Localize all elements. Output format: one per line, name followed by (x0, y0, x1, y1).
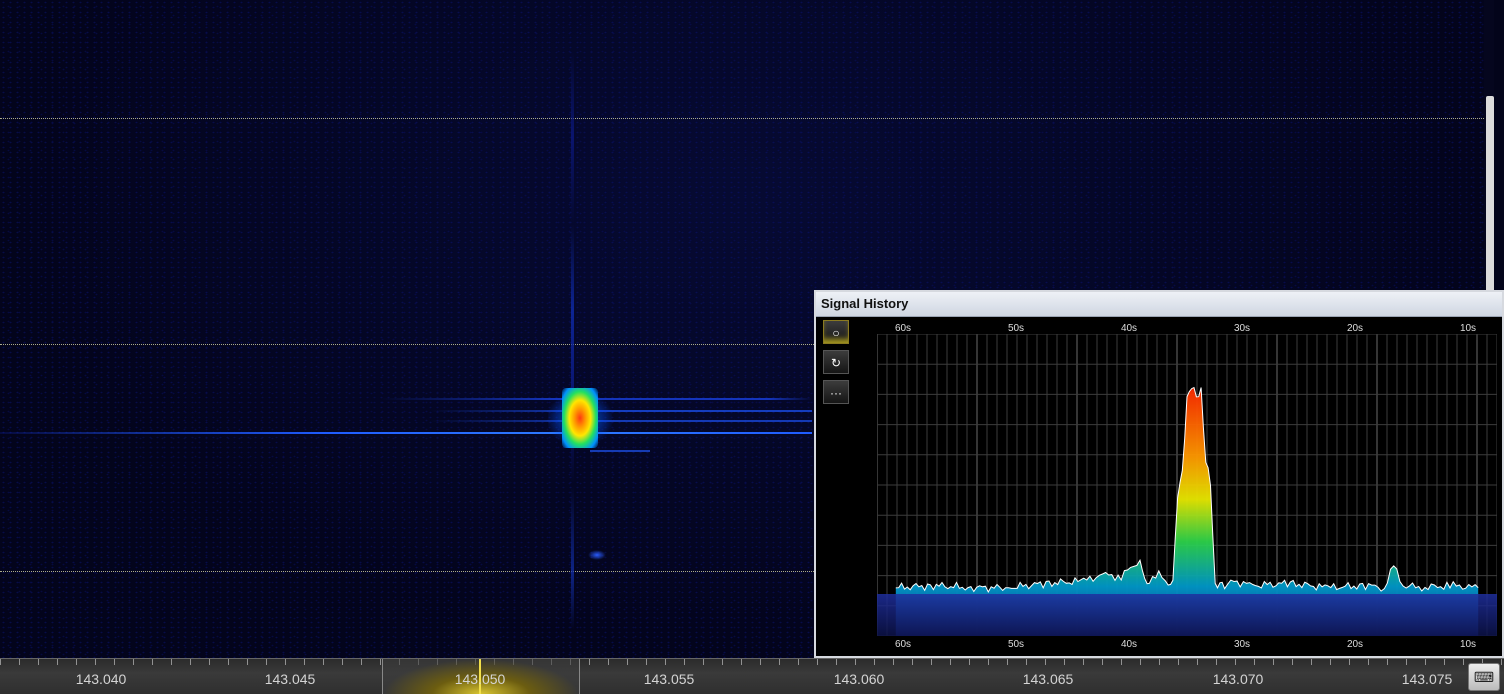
signal-history-chart (877, 334, 1497, 636)
record-button[interactable]: ○ (823, 320, 849, 344)
refresh-button[interactable]: ↻ (823, 350, 849, 374)
signal-blip (588, 550, 606, 560)
time-marker-line (0, 118, 1494, 119)
time-label-bottom: 10s (1459, 639, 1477, 650)
refresh-icon: ↻ (830, 356, 842, 370)
keyboard-button[interactable]: ⌨ (1468, 663, 1500, 691)
signal-carrier (590, 450, 650, 452)
more-button[interactable]: ··· (823, 380, 849, 404)
frequency-ruler[interactable]: 143.040 143.045 143.050 143.055 143.060 … (0, 658, 1504, 694)
keyboard-icon: ⌨ (1473, 669, 1495, 685)
scrollbar-thumb[interactable] (1486, 96, 1494, 296)
time-label-top: 10s (1459, 323, 1477, 334)
time-label-top: 50s (1007, 323, 1025, 334)
signal-carrier (430, 420, 812, 422)
time-label-top: 30s (1233, 323, 1251, 334)
freq-label: 143.060 (833, 671, 885, 687)
more-icon: ··· (830, 386, 842, 400)
signal-history-panel: Signal History ○ ↻ ··· 60s 50s 40s 30s 2… (814, 290, 1504, 658)
freq-label: 143.070 (1212, 671, 1264, 687)
signal-carrier (0, 432, 812, 434)
freq-label: 143.055 (643, 671, 695, 687)
signal-burst-core (562, 388, 598, 448)
freq-label: 143.075 (1401, 671, 1453, 687)
time-label-bottom: 20s (1346, 639, 1364, 650)
time-label-bottom: 30s (1233, 639, 1251, 650)
signal-carrier (430, 410, 812, 412)
time-label-bottom: 60s (894, 639, 912, 650)
time-label-top: 60s (894, 323, 912, 334)
noise-floor-fill (877, 594, 1497, 636)
panel-title: Signal History (816, 292, 1502, 317)
freq-label: 143.065 (1022, 671, 1074, 687)
time-label-bottom: 40s (1120, 639, 1138, 650)
record-circle-icon: ○ (832, 326, 840, 340)
freq-label: 143.040 (75, 671, 127, 687)
time-label-bottom: 50s (1007, 639, 1025, 650)
time-label-top: 20s (1346, 323, 1364, 334)
time-label-top: 40s (1120, 323, 1138, 334)
vertical-trace (571, 50, 574, 630)
freq-label: 143.045 (264, 671, 316, 687)
ruler-ticks (0, 659, 1504, 667)
freq-label-selected: 143.050 (454, 671, 506, 687)
